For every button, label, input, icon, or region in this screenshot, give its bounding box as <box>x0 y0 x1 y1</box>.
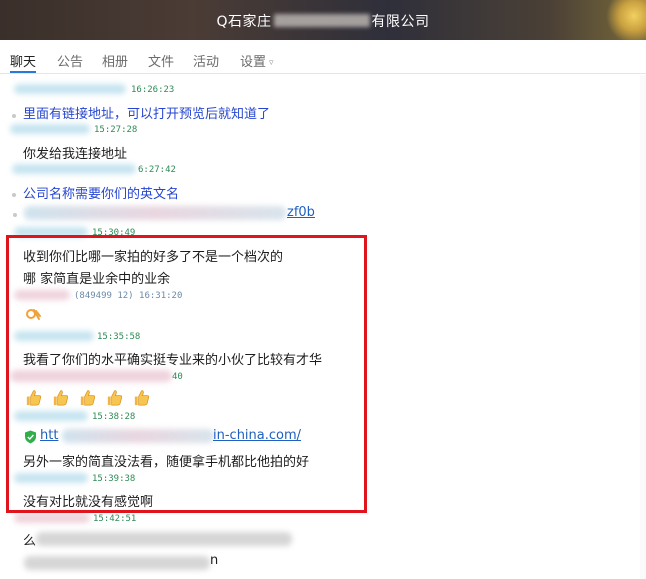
active-tab-indicator <box>10 71 36 73</box>
window-title: Q石家庄 有限公司 <box>0 11 646 31</box>
tab-announcement[interactable]: 公告 <box>57 51 83 70</box>
window-title-bar: Q石家庄 有限公司 <box>0 0 646 40</box>
redacted-sender-name <box>14 513 90 523</box>
message-text: 公司名称需要你们的英文名 <box>23 187 180 202</box>
message-timestamp: 16:26:23 <box>131 85 175 95</box>
tab-files[interactable]: 文件 <box>148 51 174 70</box>
window-title-prefix: Q石家庄 <box>216 14 272 30</box>
tab-activity[interactable]: 活动 <box>193 51 219 70</box>
scrollbar[interactable] <box>640 75 646 579</box>
redacted-message <box>24 556 210 570</box>
list-bullet <box>12 193 16 197</box>
redacted-company-name <box>273 14 370 27</box>
tab-settings-label: 设置 <box>240 55 267 70</box>
highlight-annotation-box <box>6 235 367 513</box>
message-text: 你发给我连接地址 <box>23 147 128 162</box>
redacted-sender-name <box>12 164 136 174</box>
tab-chat[interactable]: 聊天 <box>10 51 36 70</box>
message-text: 里面有链接地址，可以打开预览后就知道了 <box>23 107 271 122</box>
message-timestamp: 6:27:42 <box>138 165 176 175</box>
window-title-suffix: 有限公司 <box>371 14 430 30</box>
message-timestamp: 15:42:51 <box>93 514 137 524</box>
list-bullet <box>13 213 17 217</box>
tab-bar: 聊天 公告 相册 文件 活动 设置 ▿ <box>0 40 646 74</box>
tab-album[interactable]: 相册 <box>102 51 128 70</box>
message-text: 么 <box>23 534 37 549</box>
redacted-sender-name <box>14 84 126 94</box>
message-text: n <box>210 553 219 568</box>
message-timestamp: 15:27:28 <box>94 125 138 135</box>
chevron-down-icon: ▿ <box>269 58 274 68</box>
list-bullet <box>12 114 16 118</box>
tab-settings[interactable]: 设置 ▿ <box>240 51 274 70</box>
redacted-message <box>36 532 292 546</box>
redacted-sender-name <box>10 124 90 134</box>
message-link[interactable]: zf0b <box>287 205 315 220</box>
redacted-link <box>24 206 286 220</box>
